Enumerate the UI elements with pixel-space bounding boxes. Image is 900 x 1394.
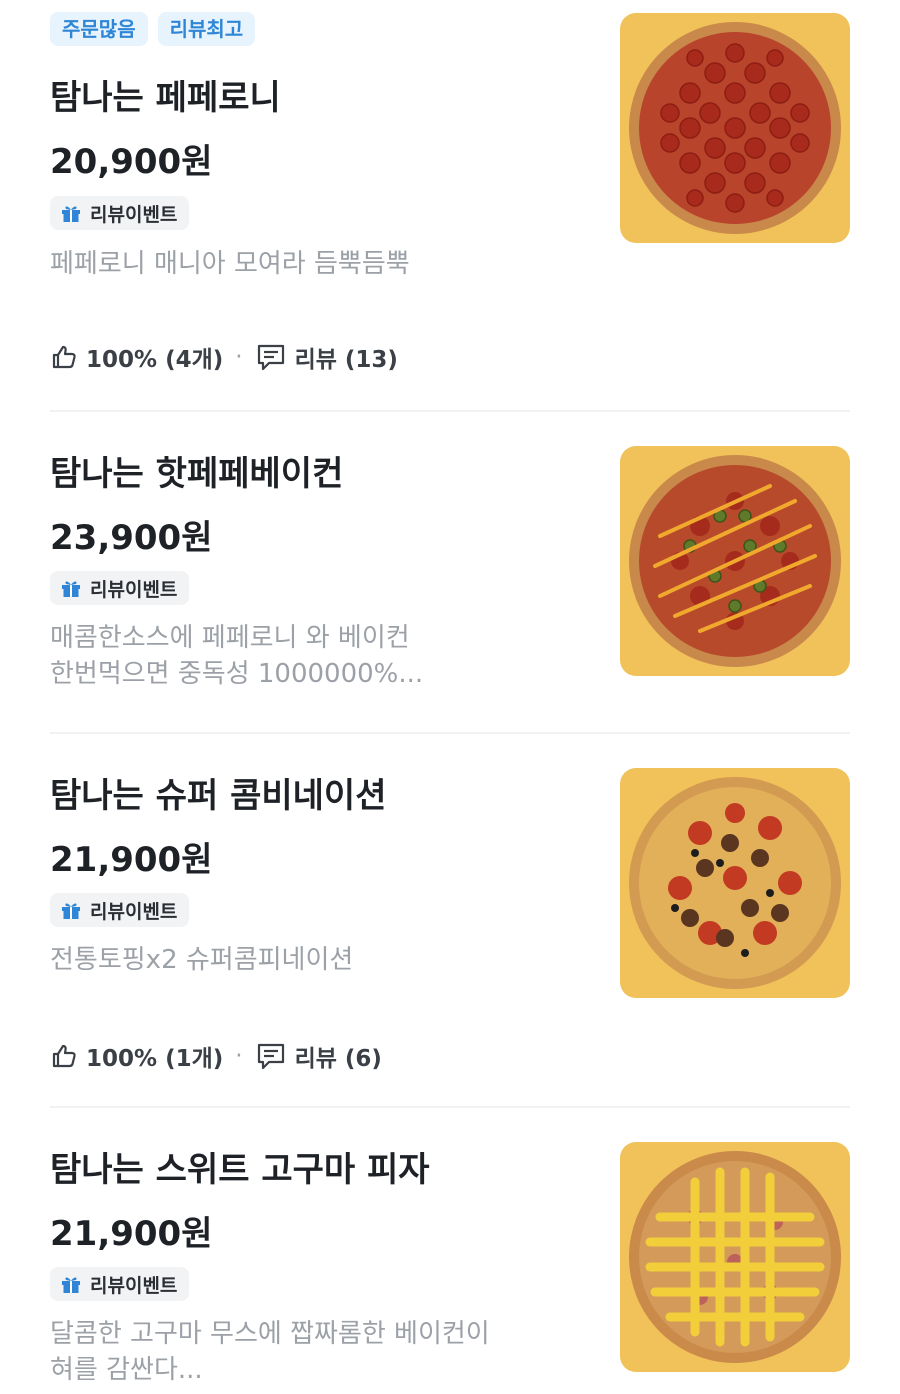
sweet-potato-pizza-image: [629, 1151, 841, 1363]
menu-title: 탐나는 핫페페베이컨: [50, 454, 344, 494]
badge-group: 주문많음 리뷰최고: [50, 12, 256, 46]
review-event-label: 리뷰이벤트: [90, 1274, 178, 1297]
description-line: 혀를 감싼다...: [50, 1355, 203, 1385]
combination-pizza-image: [629, 777, 841, 989]
description-line: 페페로니 매니아 모여라 듬뿍듬뿍: [50, 249, 410, 279]
menu-description: 페페로니 매니아 모여라 듬뿍듬뿍: [50, 246, 590, 282]
review-event-badge: 리뷰이벤트: [50, 1267, 190, 1301]
description-line: 매콤한소스에 페페로니 와 베이컨: [50, 623, 410, 653]
menu-description: 매콤한소스에 페페로니 와 베이컨 한번먹으면 중독성 1000000%...: [50, 620, 590, 692]
review-count-link[interactable]: 리뷰 (13): [295, 340, 398, 374]
review-event-badge: 리뷰이벤트: [50, 571, 190, 605]
badge-top-review: 리뷰최고: [157, 12, 256, 46]
menu-meta: 100% (4개) · 리뷰 (13): [50, 340, 398, 374]
menu-item-pepperoni[interactable]: 주문많음 리뷰최고 탐나는 페페로니 20,900원 리뷰이벤트 페페로니 매니…: [0, 0, 900, 412]
hot-pepperoni-bacon-pizza-image: [629, 455, 841, 667]
meta-separator: ·: [235, 344, 243, 370]
menu-price: 20,900원: [50, 142, 213, 182]
thumbs-up-icon: [52, 345, 76, 369]
menu-price: 21,900원: [50, 840, 213, 880]
review-event-badge: 리뷰이벤트: [50, 196, 190, 230]
menu-title: 탐나는 페페로니: [50, 78, 281, 118]
pepperoni-pizza-image: [629, 22, 841, 234]
menu-image-super-combination[interactable]: [620, 768, 850, 998]
menu-price: 23,900원: [50, 518, 213, 558]
menu-meta: 100% (1개) · 리뷰 (6): [50, 1039, 382, 1073]
gift-icon: [62, 1277, 80, 1293]
menu-item-sweet-potato[interactable]: 탐나는 스위트 고구마 피자 21,900원 리뷰이벤트 달콤한 고구마 무스에…: [0, 1108, 900, 1394]
rating-text: 100% (4개): [86, 347, 224, 373]
menu-description: 전통토핑x2 슈퍼콤피네이션: [50, 942, 590, 978]
gift-icon: [62, 903, 80, 919]
menu-price: 21,900원: [50, 1214, 213, 1254]
description-line: 전통토핑x2 슈퍼콤피네이션: [50, 945, 354, 975]
badge-popular: 주문많음: [50, 12, 148, 46]
description-line: 달콤한 고구마 무스에 짭짜롬한 베이컨이: [50, 1319, 490, 1349]
menu-description: 달콤한 고구마 무스에 짭짜롬한 베이컨이 혀를 감싼다...: [50, 1316, 590, 1388]
review-event-label: 리뷰이벤트: [90, 900, 178, 923]
review-bubble-icon: [257, 344, 284, 371]
menu-item-super-combination[interactable]: 탐나는 슈퍼 콤비네이션 21,900원 리뷰이벤트 전통토핑x2 슈퍼콤피네이…: [0, 734, 900, 1108]
review-event-badge: 리뷰이벤트: [50, 893, 190, 927]
meta-separator: ·: [235, 1043, 243, 1069]
gift-icon: [62, 206, 80, 222]
menu-item-hot-pepperoni-bacon[interactable]: 탐나는 핫페페베이컨 23,900원 리뷰이벤트 매콤한소스에 페페로니 와 베…: [0, 412, 900, 734]
rating-text: 100% (1개): [86, 1046, 224, 1072]
review-event-label: 리뷰이벤트: [90, 203, 178, 226]
menu-title: 탐나는 스위트 고구마 피자: [50, 1150, 430, 1190]
review-count-link[interactable]: 리뷰 (6): [295, 1039, 382, 1073]
thumbs-up-icon: [52, 1044, 76, 1068]
menu-image-pepperoni[interactable]: [620, 13, 850, 243]
menu-list: 주문많음 리뷰최고 탐나는 페페로니 20,900원 리뷰이벤트 페페로니 매니…: [0, 0, 900, 1394]
menu-image-sweet-potato[interactable]: [620, 1142, 850, 1372]
gift-icon: [62, 581, 80, 597]
review-event-label: 리뷰이벤트: [90, 578, 178, 601]
review-bubble-icon: [257, 1043, 284, 1070]
menu-image-hot-pepperoni-bacon[interactable]: [620, 446, 850, 676]
menu-title: 탐나는 슈퍼 콤비네이션: [50, 776, 387, 816]
description-line: 한번먹으면 중독성 1000000%...: [50, 659, 424, 689]
